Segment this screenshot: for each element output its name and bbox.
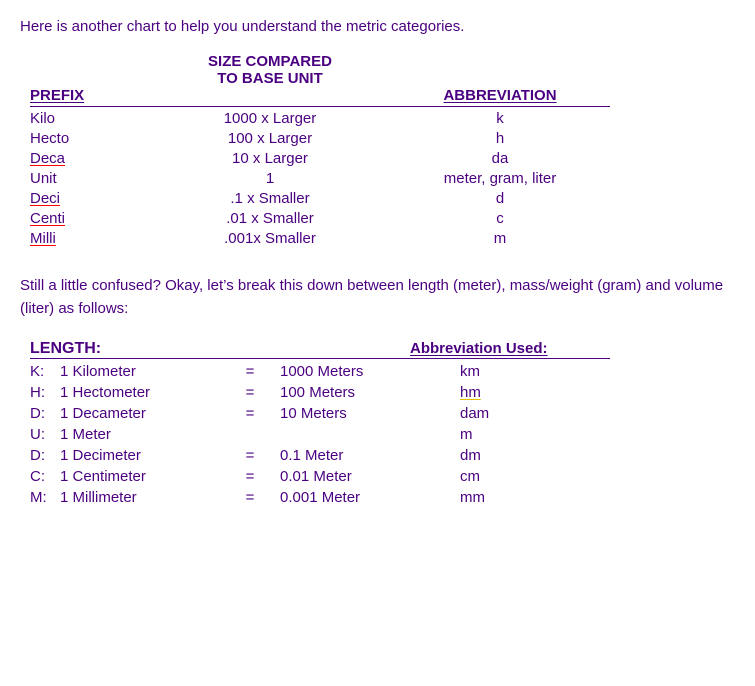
length-letter: C: xyxy=(30,468,60,485)
abbr-col-header: ABBREVIATION xyxy=(390,87,610,104)
size-cell: 10 x Larger xyxy=(150,150,390,167)
abbr-cell: m xyxy=(390,230,610,247)
length-title: LENGTH: xyxy=(30,340,410,358)
length-abbr: mm xyxy=(460,489,485,506)
abbr-cell: k xyxy=(390,110,610,127)
size-cell: .1 x Smaller xyxy=(150,190,390,207)
table-row: Centi .01 x Smaller c xyxy=(30,210,735,227)
prefix-cell: Kilo xyxy=(30,110,55,127)
table-row: Hecto 100 x Larger h xyxy=(30,130,735,147)
length-row: M: 1 Millimeter = 0.001 Meter mm xyxy=(30,489,735,506)
table-row: Unit 1 meter, gram, liter xyxy=(30,170,735,187)
length-letter: U: xyxy=(30,426,60,443)
length-rows: K: 1 Kilometer = 1000 Meters km H: 1 Hec… xyxy=(30,363,735,506)
length-equals: = xyxy=(220,363,280,380)
length-letter: H: xyxy=(30,384,60,401)
table-row: Deca 10 x Larger da xyxy=(30,150,735,167)
prefix-cell: Milli xyxy=(30,230,56,247)
length-unit: 1 Kilometer xyxy=(60,363,220,380)
length-value: 10 Meters xyxy=(280,405,440,422)
length-unit: 1 Centimeter xyxy=(60,468,220,485)
length-row: D: 1 Decameter = 10 Meters dam xyxy=(30,405,735,422)
length-row: U: 1 Meter m xyxy=(30,426,735,443)
length-value: 100 Meters xyxy=(280,384,440,401)
prefix-cell: Deci xyxy=(30,190,60,207)
table-row: Milli .001x Smaller m xyxy=(30,230,735,247)
length-value: 1000 Meters xyxy=(280,363,440,380)
length-letter: D: xyxy=(30,405,60,422)
metric-rows: Kilo 1000 x Larger k Hecto 100 x Larger … xyxy=(30,110,735,247)
table-row: Kilo 1000 x Larger k xyxy=(30,110,735,127)
length-section: LENGTH: Abbreviation Used: K: 1 Kilomete… xyxy=(30,340,735,506)
prefix-cell: Unit xyxy=(30,170,57,187)
table-row: Deci .1 x Smaller d xyxy=(30,190,735,207)
length-equals: = xyxy=(220,489,280,506)
prefix-cell: Centi xyxy=(30,210,65,227)
length-header-row: LENGTH: Abbreviation Used: xyxy=(30,340,735,358)
prefix-cell: Hecto xyxy=(30,130,69,147)
size-header: SIZE COMPARED TO BASE UNIT xyxy=(150,53,390,87)
length-equals: = xyxy=(220,468,280,485)
break-text: Still a little confused? Okay, let’s bre… xyxy=(20,275,735,320)
abbr-cell: c xyxy=(390,210,610,227)
size-cell: .01 x Smaller xyxy=(150,210,390,227)
length-abbr: km xyxy=(460,363,480,380)
length-row: C: 1 Centimeter = 0.01 Meter cm xyxy=(30,468,735,485)
abbr-cell: h xyxy=(390,130,610,147)
length-equals: = xyxy=(220,384,280,401)
length-unit: 1 Meter xyxy=(60,426,220,443)
length-abbr: dam xyxy=(460,405,489,422)
length-value: 0.01 Meter xyxy=(280,468,440,485)
length-unit: 1 Hectometer xyxy=(60,384,220,401)
length-letter: K: xyxy=(30,363,60,380)
length-abbr: dm xyxy=(460,447,481,464)
length-value: 0.1 Meter xyxy=(280,447,440,464)
table-divider xyxy=(30,106,735,107)
length-equals: = xyxy=(220,447,280,464)
length-abbr: hm xyxy=(460,384,481,401)
length-abbr: cm xyxy=(460,468,480,485)
length-letter: D: xyxy=(30,447,60,464)
length-abbr: m xyxy=(460,426,473,443)
length-row: K: 1 Kilometer = 1000 Meters km xyxy=(30,363,735,380)
size-cell: 1 xyxy=(150,170,390,187)
length-row: H: 1 Hectometer = 100 Meters hm xyxy=(30,384,735,401)
size-cell: 100 x Larger xyxy=(150,130,390,147)
length-equals: = xyxy=(220,405,280,422)
size-cell: .001x Smaller xyxy=(150,230,390,247)
metric-table: SIZE COMPARED TO BASE UNIT PREFIX ABBREV… xyxy=(30,53,735,247)
abbr-cell: meter, gram, liter xyxy=(390,170,610,187)
prefix-cell: Deca xyxy=(30,150,65,167)
length-divider xyxy=(30,358,610,359)
abbr-used-title: Abbreviation Used: xyxy=(410,340,548,357)
length-row: D: 1 Decimeter = 0.1 Meter dm xyxy=(30,447,735,464)
length-unit: 1 Decimeter xyxy=(60,447,220,464)
abbr-cell: d xyxy=(390,190,610,207)
size-cell: 1000 x Larger xyxy=(150,110,390,127)
intro-text: Here is another chart to help you unders… xyxy=(20,18,735,35)
length-letter: M: xyxy=(30,489,60,506)
length-unit: 1 Millimeter xyxy=(60,489,220,506)
length-value: 0.001 Meter xyxy=(280,489,440,506)
length-unit: 1 Decameter xyxy=(60,405,220,422)
table-header-row: PREFIX ABBREVIATION xyxy=(30,87,735,104)
abbr-cell: da xyxy=(390,150,610,167)
prefix-header: PREFIX xyxy=(30,87,150,104)
